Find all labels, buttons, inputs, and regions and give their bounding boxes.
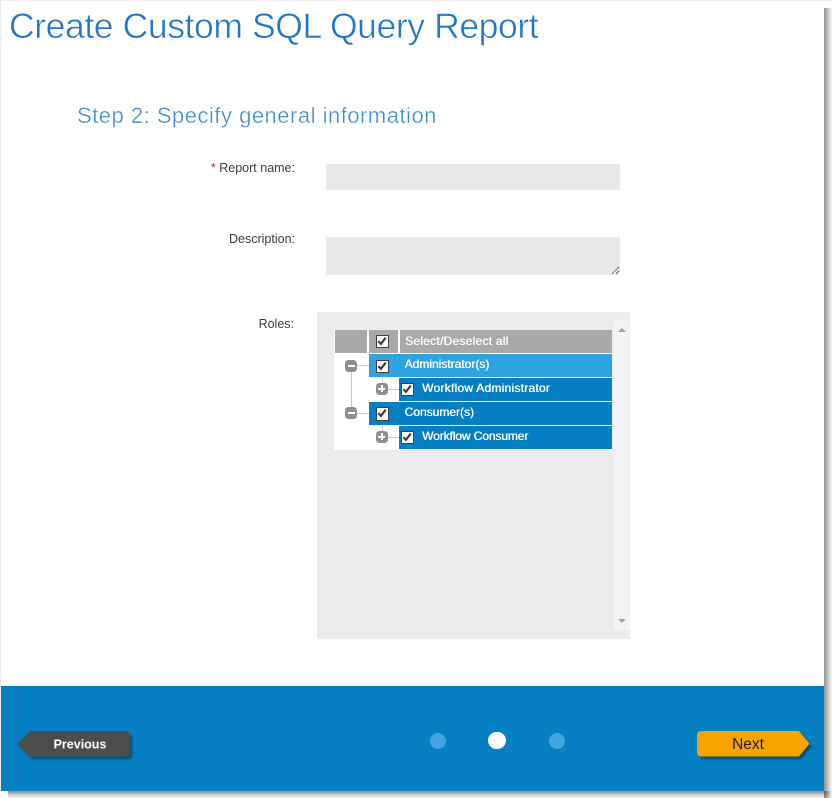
svg-text:Previous: Previous [54, 737, 107, 751]
svg-text:Next: Next [732, 736, 765, 753]
